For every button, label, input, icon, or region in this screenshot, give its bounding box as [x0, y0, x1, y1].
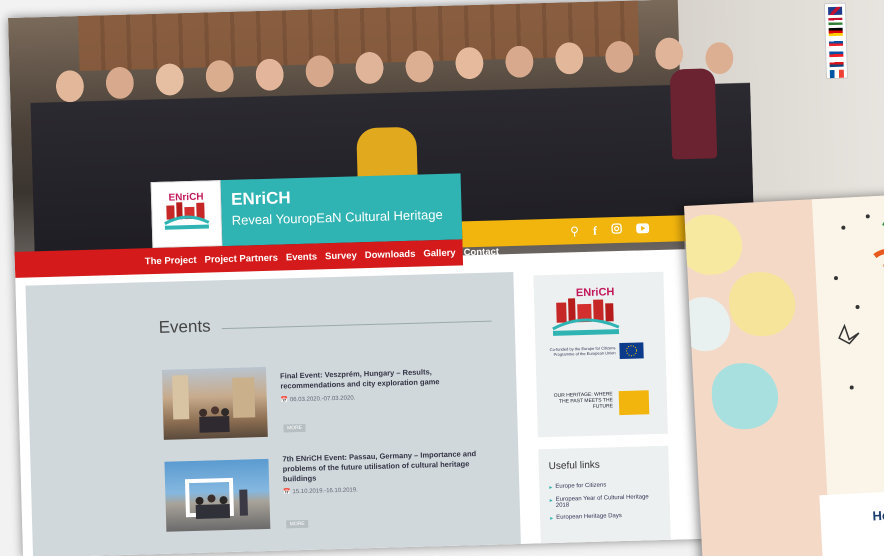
flag-german-icon[interactable] [828, 27, 843, 36]
events-heading: Events [158, 316, 211, 337]
paper-balls-photo: Hog E [684, 194, 884, 556]
event-thumbnail-veszprem[interactable] [161, 366, 268, 440]
sidebar-logos: ENriCH Co-funded by the Europe for Citiz… [533, 271, 668, 438]
events-panel: Events Final Event: Veszprém, Hungary – … [25, 271, 521, 556]
flag-slovenian-icon[interactable] [829, 49, 844, 57]
flag-hungarian-icon[interactable] [828, 17, 843, 26]
brand-banner: ENriCH Reveal YouropEaN Cultural Heritag… [220, 173, 463, 247]
nav-the-project[interactable]: The Project [145, 254, 197, 266]
heading-divider [221, 320, 492, 330]
nav-gallery[interactable]: Gallery [423, 247, 456, 259]
sketch-card [811, 194, 884, 499]
site-title: ENriCH [230, 188, 291, 209]
language-switcher[interactable] [823, 2, 849, 80]
event-title[interactable]: Final Event: Veszprém, Hungary – Results… [280, 366, 480, 392]
nav-survey[interactable]: Survey [325, 250, 357, 262]
event-date: 📅 06.03.2020.-07.03.2020. [280, 395, 356, 404]
nav-downloads[interactable]: Downloads [365, 248, 416, 260]
photo-caption: Hog E [872, 507, 884, 524]
event-thumbnail-passau[interactable] [164, 458, 271, 532]
flag-english-icon[interactable] [828, 6, 843, 15]
heritage-motto: OUR HERITAGE: WHERE THE PAST MEETS THE F… [553, 391, 614, 410]
eu-funding-note: Co-funded by the Europe for Citizens Pro… [549, 345, 616, 357]
flag-french-icon[interactable] [829, 70, 844, 79]
more-button[interactable]: MORE [286, 519, 309, 529]
nav-events[interactable]: Events [286, 251, 317, 263]
more-button[interactable]: MORE [283, 423, 306, 433]
useful-links-title: Useful links [548, 459, 601, 473]
useful-link[interactable]: European Heritage Days [550, 512, 660, 522]
useful-links-box: Useful links Europe for Citizens Europea… [538, 445, 671, 550]
enrich-logo[interactable]: ENriCH [150, 180, 223, 249]
youtube-icon[interactable] [635, 222, 649, 236]
useful-link[interactable]: Europe for Citizens [549, 481, 659, 491]
svg-text:ENriCH: ENriCH [576, 286, 615, 299]
search-icon[interactable]: ⚲ [570, 224, 579, 238]
nav-project-partners[interactable]: Project Partners [204, 252, 278, 265]
svg-text:ENriCH: ENriCH [168, 192, 203, 204]
nav-contact[interactable]: Contact [463, 246, 499, 258]
useful-link[interactable]: European Year of Cultural Heritage 2018 [550, 494, 660, 509]
event-date: 📅 15.10.2019.-16.10.2019. [283, 487, 358, 496]
site-subtitle: Reveal YouropEaN Cultural Heritage [231, 206, 443, 228]
facebook-icon[interactable]: f [593, 223, 597, 238]
instagram-icon[interactable] [611, 223, 622, 237]
flag-czech-icon[interactable] [829, 59, 844, 68]
flag-slovak-icon[interactable] [828, 38, 844, 47]
event-title[interactable]: 7th ENriCH Event: Passau, Germany – Impo… [282, 449, 489, 485]
